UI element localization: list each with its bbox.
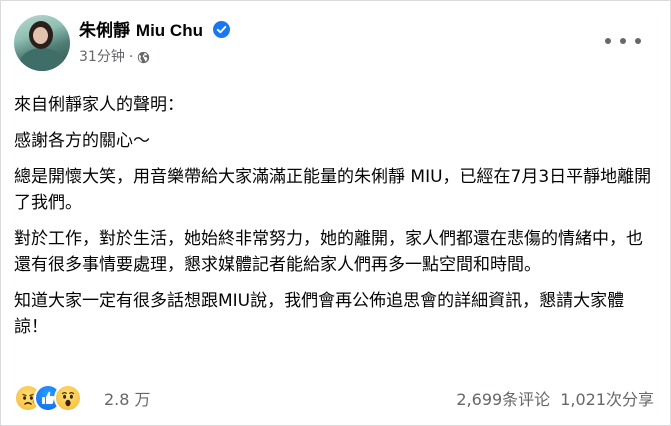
- comment-count[interactable]: 2,699条评论: [456, 390, 550, 409]
- post-paragraph: 對於工作，對於生活，她始終非常努力，她的離開，家人們都還在悲傷的情緒中，也還有很…: [14, 229, 643, 275]
- post-paragraph: 總是開懷大笑，用音樂帶給大家滿滿正能量的朱俐靜 MIU，已經在7月3日平靜地離開…: [14, 167, 652, 213]
- share-count[interactable]: 1,021次分享: [560, 390, 654, 409]
- engagement-bar: 2.8 万 2,699条评论 1,021次分享: [14, 382, 654, 412]
- globe-icon[interactable]: [137, 51, 150, 64]
- verified-badge-icon: [212, 21, 230, 38]
- more-options-button[interactable]: [605, 29, 641, 53]
- more-dot-icon: [605, 38, 611, 44]
- author-name-cn[interactable]: 朱俐靜: [79, 21, 130, 41]
- more-dot-icon: [635, 38, 641, 44]
- post-paragraph: 感謝各方的關心～: [14, 131, 150, 151]
- reaction-count[interactable]: 2.8 万: [104, 386, 151, 410]
- author-name-en[interactable]: Miu Chu: [136, 21, 203, 40]
- post-stats: 2,699条评论 1,021次分享: [456, 386, 654, 410]
- avatar[interactable]: [14, 15, 70, 71]
- more-dot-icon: [620, 38, 626, 44]
- post-timestamp[interactable]: 31分钟: [79, 47, 125, 67]
- post-paragraph: 來自俐靜家人的聲明：: [14, 95, 184, 115]
- meta-separator: ·: [128, 49, 134, 65]
- post-text: 來自俐靜家人的聲明： 感謝各方的關心～ 總是開懷大笑，用音樂帶給大家滿滿正能量的…: [14, 92, 654, 350]
- post-paragraph: 知道大家一定有很多話想跟MIU說，我們會再公佈追思會的詳細資訊，懇請大家體諒！: [14, 291, 625, 337]
- wow-reaction-icon: [54, 384, 82, 412]
- facebook-post: 朱俐靜 Miu Chu 31分钟 · 來自俐靜家人的聲明： 感謝各方的關心～ 總…: [0, 0, 671, 426]
- author-name[interactable]: 朱俐靜 Miu Chu: [79, 19, 230, 43]
- post-meta: 31分钟 ·: [79, 47, 150, 67]
